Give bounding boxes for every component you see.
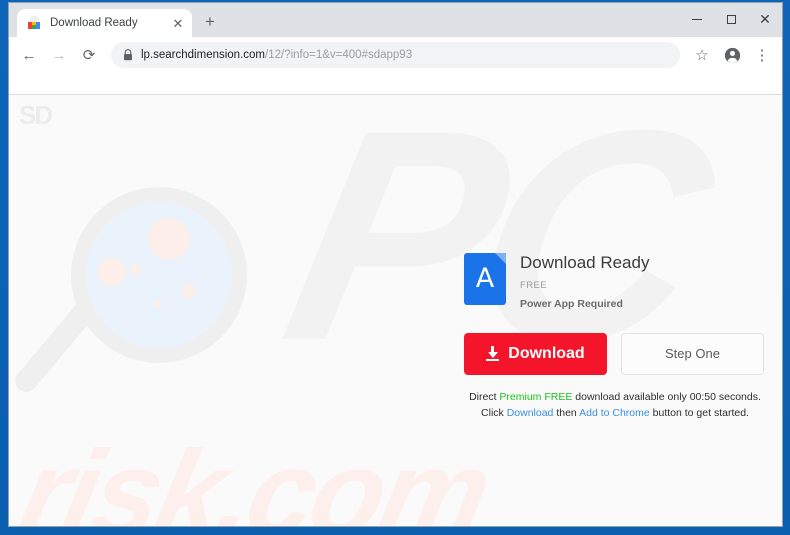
account-avatar-icon [724, 47, 740, 63]
promo-card: A Download Ready FREE Power App Required [464, 253, 764, 421]
url-host: lp.searchdimension.com [141, 49, 266, 61]
bookmark-star-icon[interactable]: ☆ [688, 41, 716, 69]
close-tab-icon[interactable]: ✕ [170, 15, 186, 31]
page-viewport: PC risk.com SD A Download Ready FREE Pow… [9, 95, 782, 526]
download-button-label: Download [508, 344, 585, 362]
desktop-background: Download Ready ✕ + ✕ ← → ⟳ lp.searchdime… [0, 0, 790, 535]
promo-text-block: Download Ready FREE Power App Required [520, 253, 650, 310]
maximize-icon [726, 14, 736, 24]
site-logo: SD [19, 100, 53, 130]
minimize-button[interactable] [680, 3, 714, 35]
step-one-label: Step One [665, 346, 720, 362]
url-text: lp.searchdimension.com/12/?info=1&v=400#… [141, 49, 412, 61]
browser-tab[interactable]: Download Ready ✕ [17, 9, 192, 37]
address-bar[interactable]: lp.searchdimension.com/12/?info=1&v=400#… [111, 42, 680, 68]
close-icon: ✕ [759, 11, 771, 27]
window-controls: ✕ [680, 3, 782, 35]
chrome-webstore-icon [27, 15, 42, 31]
promo-free-label: FREE [520, 279, 547, 291]
promo-note: Direct Premium FREE download available o… [460, 389, 770, 422]
note1-part2: download available only 00:50 seconds. [572, 390, 761, 403]
tab-strip: Download Ready ✕ + ✕ [9, 3, 782, 37]
magnifying-glass-graphic [10, 187, 261, 397]
promo-subtitle: Power App Required [520, 297, 623, 310]
app-document-icon: A [464, 253, 506, 305]
note2-part2: then [553, 406, 580, 419]
promo-header: A Download Ready FREE Power App Required [464, 253, 764, 310]
promo-title: Download Ready [520, 253, 650, 272]
page-fold-corner-icon [495, 253, 506, 264]
download-arrow-icon [486, 346, 500, 362]
browser-window: Download Ready ✕ + ✕ ← → ⟳ lp.searchdime… [8, 2, 783, 527]
note1-part1: Direct [469, 390, 500, 403]
app-letter-glyph: A [475, 263, 495, 294]
download-button[interactable]: Download [464, 332, 607, 375]
note2-part1: Click [481, 406, 507, 419]
close-window-button[interactable]: ✕ [748, 3, 782, 35]
note2-download-link[interactable]: Download [507, 407, 554, 419]
pcrisk-watermark-secondary: risk.com [9, 426, 499, 526]
profile-avatar-icon[interactable] [718, 41, 746, 69]
minimize-icon [692, 18, 702, 20]
note1-highlight: Premium FREE [499, 390, 573, 403]
note2-part3: button to get started. [649, 406, 749, 419]
tab-title: Download Ready [50, 17, 138, 29]
forward-button[interactable]: → [45, 41, 73, 69]
step-one-button[interactable]: Step One [620, 332, 764, 375]
lock-icon [124, 49, 132, 61]
chrome-menu-button[interactable]: ⋮ [748, 41, 776, 69]
maximize-button[interactable] [714, 3, 748, 35]
promo-note-line-2: Click Download then Add to Chrome button… [460, 405, 770, 421]
new-tab-button[interactable]: + [196, 8, 224, 36]
note2-addtochrome-link[interactable]: Add to Chrome [579, 407, 650, 419]
bookmarks-bar [9, 73, 782, 95]
promo-button-row: Download Step One [464, 332, 764, 375]
reload-button[interactable]: ⟳ [75, 41, 103, 69]
back-button[interactable]: ← [15, 41, 43, 69]
browser-toolbar: ← → ⟳ lp.searchdimension.com/12/?info=1&… [9, 37, 782, 73]
url-path: /12/?info=1&v=400#sdapp93 [265, 49, 413, 61]
promo-note-line-1: Direct Premium FREE download available o… [460, 389, 770, 405]
